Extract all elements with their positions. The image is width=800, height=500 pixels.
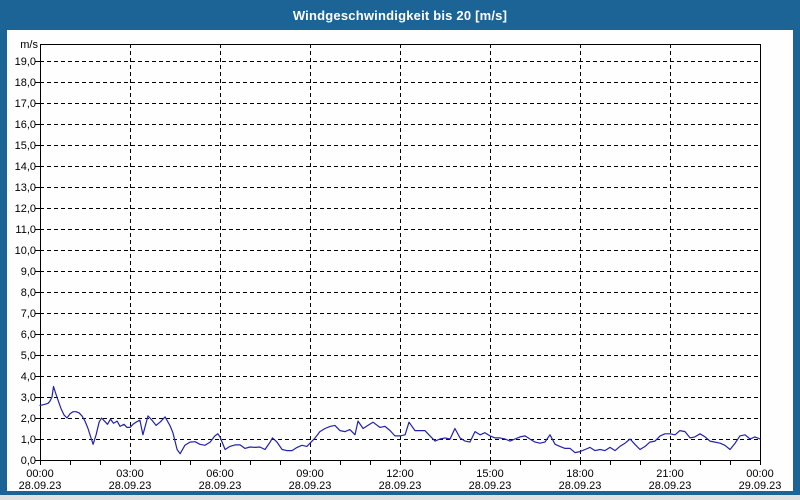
y-tick-label: 11,0 xyxy=(15,224,36,236)
y-tick-label: 12,0 xyxy=(15,203,36,215)
y-tick-label: 19,0 xyxy=(15,56,36,68)
grid-layer xyxy=(40,44,760,460)
x-tick-date-label: 29.09.23 xyxy=(739,480,782,492)
plot-frame xyxy=(40,44,761,461)
x-tick-date-label: 28.09.23 xyxy=(289,480,332,492)
x-tick-date-label: 28.09.23 xyxy=(379,480,422,492)
y-tick-label: 15,0 xyxy=(15,140,36,152)
x-tick-date-label: 28.09.23 xyxy=(19,480,62,492)
y-tick-label: 5,0 xyxy=(21,350,36,362)
x-tick-date-label: 28.09.23 xyxy=(649,480,692,492)
x-tick-time-label: 00:00 xyxy=(26,468,54,480)
y-tick-label: 3,0 xyxy=(21,392,36,404)
x-tick-time-label: 09:00 xyxy=(296,468,324,480)
x-tick-time-label: 21:00 xyxy=(656,468,684,480)
y-tick-label: 9,0 xyxy=(21,266,36,278)
x-tick-date-label: 28.09.23 xyxy=(469,480,512,492)
x-tick-time-label: 03:00 xyxy=(116,468,144,480)
y-tick-label: 0,0 xyxy=(21,455,36,467)
y-tick-label: 10,0 xyxy=(15,245,36,257)
x-axis-labels: 00:0028.09.2303:0028.09.2306:0028.09.230… xyxy=(19,468,782,492)
x-tick-date-label: 28.09.23 xyxy=(199,480,242,492)
x-tick-date-label: 28.09.23 xyxy=(109,480,152,492)
y-tick-label: 14,0 xyxy=(15,161,36,173)
y-tick-label: 8,0 xyxy=(21,287,36,299)
x-tick-time-label: 00:00 xyxy=(746,468,774,480)
y-tick-label: 18,0 xyxy=(15,77,36,89)
y-tick-label: 6,0 xyxy=(21,329,36,341)
x-tick-time-label: 18:00 xyxy=(566,468,594,480)
x-tick-time-label: 06:00 xyxy=(206,468,234,480)
y-axis-labels: 0,0 1,0 2,0 3,0 4,0 5,0 6,0 7,0 8,0 9,0 10,0 11,0 12… xyxy=(15,39,39,467)
axis-ticks xyxy=(35,61,761,465)
chart-window: Windgeschwindigkeit bis 20 [m/s] 0,0 1,0 2… xyxy=(0,0,800,500)
y-tick-label: 4,0 xyxy=(21,371,36,383)
y-tick-label: 2,0 xyxy=(21,413,36,425)
x-tick-time-label: 15:00 xyxy=(476,468,504,480)
y-axis-unit-label: m/s xyxy=(20,39,38,51)
chart-svg: 0,0 1,0 2,0 3,0 4,0 5,0 6,0 7,0 8,0 9,0 10,0 11,0 12… xyxy=(15,39,782,492)
y-tick-label: 16,0 xyxy=(15,119,36,131)
x-tick-date-label: 28.09.23 xyxy=(559,480,602,492)
y-tick-label: 13,0 xyxy=(15,182,36,194)
x-tick-time-label: 12:00 xyxy=(386,468,414,480)
y-tick-label: 7,0 xyxy=(21,308,36,320)
y-tick-label: 1,0 xyxy=(21,434,36,446)
y-tick-label: 17,0 xyxy=(15,98,36,110)
